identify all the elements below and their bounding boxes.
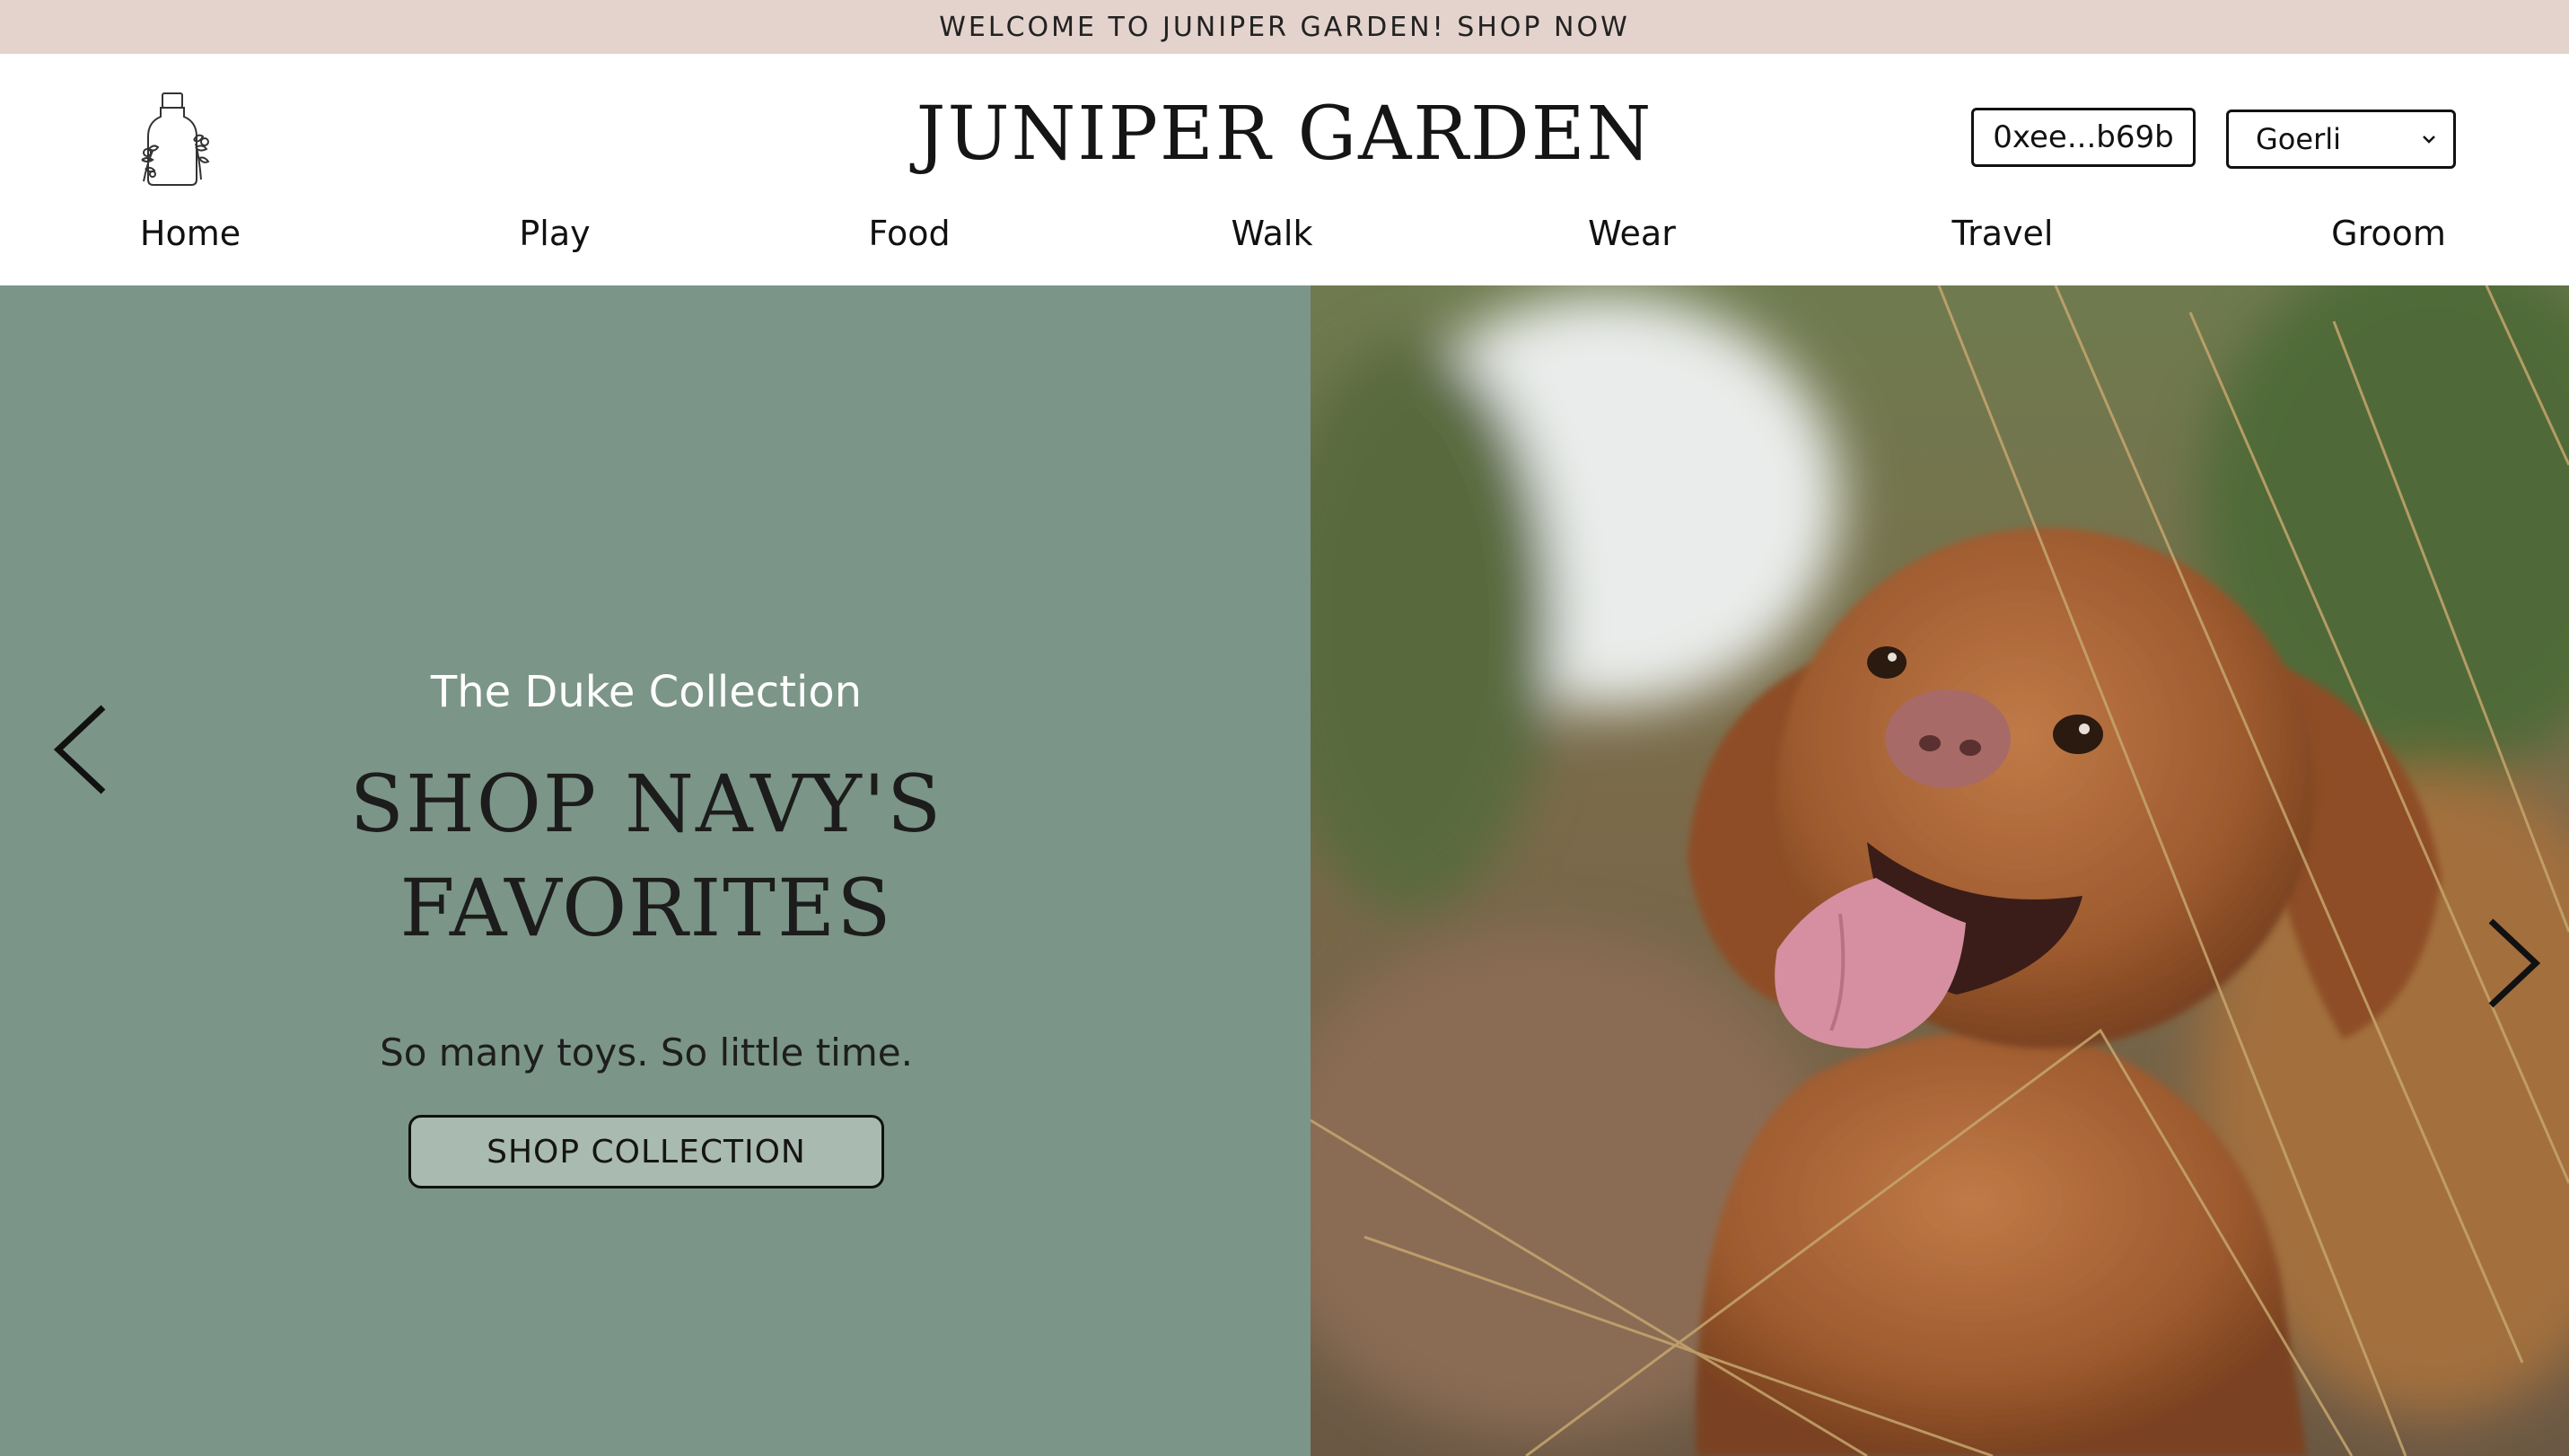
hero-text-panel: The Duke Collection SHOP NAVY'S FAVORITE… — [0, 285, 1311, 1456]
hero-headline: SHOP NAVY'S FAVORITES — [0, 752, 1293, 960]
chevron-down-icon — [2423, 136, 2435, 144]
shop-collection-button[interactable]: SHOP COLLECTION — [408, 1115, 884, 1188]
dog-photo-illustration — [1311, 285, 2569, 1456]
hero-eyebrow: The Duke Collection — [430, 667, 863, 717]
wallet-address-button[interactable]: 0xee...b69b — [1971, 108, 2196, 167]
main-nav: Home Play Food Walk Wear Travel Groom — [0, 214, 2569, 276]
announcement-bar[interactable]: WELCOME TO JUNIPER GARDEN! SHOP NOW — [0, 0, 2569, 54]
nav-item-wear[interactable]: Wear — [1588, 214, 1676, 253]
chevron-left-icon[interactable] — [49, 700, 112, 799]
dog-photo — [1311, 285, 2569, 1456]
chevron-right-icon[interactable] — [2482, 914, 2545, 1013]
announcement-text[interactable]: WELCOME TO JUNIPER GARDEN! SHOP NOW — [939, 12, 1630, 43]
nav-item-walk[interactable]: Walk — [1232, 214, 1313, 253]
network-selected-value: Goerli — [2256, 122, 2341, 156]
hero-headline-line-2: FAVORITES — [399, 862, 893, 954]
wallet-address: 0xee...b69b — [1993, 119, 2174, 155]
nav-item-home[interactable]: Home — [140, 214, 241, 253]
shop-collection-label: SHOP COLLECTION — [487, 1133, 806, 1171]
hero-headline-line-1: SHOP NAVY'S — [349, 758, 943, 850]
nav-item-groom[interactable]: Groom — [2331, 214, 2446, 253]
nav-item-travel[interactable]: Travel — [1952, 214, 2054, 253]
nav-item-play[interactable]: Play — [519, 214, 590, 253]
hero-subtext: So many toys. So little time. — [380, 1031, 913, 1074]
nav-item-food[interactable]: Food — [868, 214, 950, 253]
network-select[interactable]: Goerli — [2226, 110, 2456, 169]
site-header: JUNIPER GARDEN 0xee...b69b Goerli Home P… — [0, 54, 2569, 285]
